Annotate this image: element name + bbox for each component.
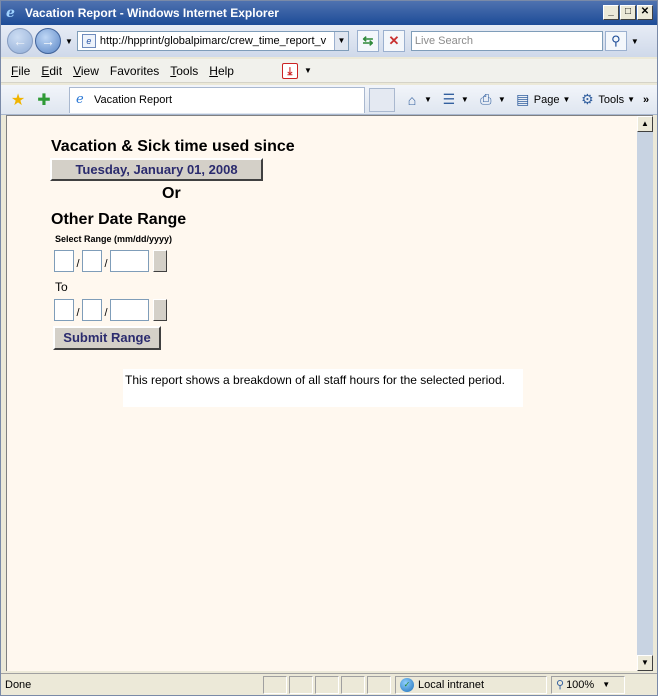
- from-month-input[interactable]: [54, 250, 74, 272]
- favorites-star-icon[interactable]: ★: [9, 90, 27, 110]
- page-menu-button[interactable]: ▤ Page ▼: [514, 91, 570, 108]
- from-calendar-button[interactable]: [153, 250, 167, 272]
- forward-button[interactable]: →: [35, 28, 61, 54]
- refresh-icon: ⇆: [362, 33, 374, 48]
- feeds-button[interactable]: ☰ ▼: [440, 91, 469, 108]
- tab-title: Vacation Report: [94, 94, 173, 106]
- to-year-input[interactable]: [110, 299, 149, 321]
- address-bar[interactable]: e http://hpprint/globalpimarc/crew_time_…: [76, 31, 349, 51]
- tab-vacation-report[interactable]: e Vacation Report: [69, 86, 365, 113]
- page-icon: e: [81, 34, 96, 48]
- ie-logo-icon: e: [76, 92, 84, 107]
- date-separator: /: [76, 258, 80, 270]
- window-title: Vacation Report - Windows Internet Explo…: [25, 6, 279, 20]
- address-dropdown[interactable]: ▼: [333, 32, 348, 50]
- page-title: Vacation & Sick time used since: [51, 138, 295, 155]
- menu-edit[interactable]: Edit: [41, 64, 62, 78]
- add-favorite-icon[interactable]: ✚: [35, 90, 53, 110]
- minimize-button[interactable]: _: [603, 5, 619, 20]
- or-separator: Or: [162, 185, 181, 202]
- status-panel: [289, 675, 313, 694]
- forward-arrow-icon: →: [41, 33, 55, 49]
- vertical-scrollbar[interactable]: ▲ ▼: [637, 115, 653, 671]
- menu-file[interactable]: File: [11, 64, 30, 78]
- close-button[interactable]: ✕: [637, 5, 653, 20]
- feeds-icon: ☰: [442, 91, 456, 107]
- menu-favorites[interactable]: Favorites: [110, 64, 159, 78]
- browser-window: e Vacation Report - Windows Internet Exp…: [0, 0, 658, 696]
- security-zone[interactable]: ✓ Local intranet: [395, 675, 547, 694]
- status-bar: Done ✓ Local intranet ⚲ 100% ▼: [1, 673, 657, 695]
- chevron-more-icon[interactable]: »: [643, 94, 649, 106]
- status-panel: [367, 675, 391, 694]
- menu-help[interactable]: Help: [209, 64, 234, 78]
- recent-pages-dropdown[interactable]: ▼: [65, 37, 73, 46]
- home-icon: ⌂: [407, 91, 417, 108]
- date-separator: /: [104, 307, 108, 319]
- search-icon: ⚲: [611, 33, 621, 48]
- to-calendar-button[interactable]: [153, 299, 167, 321]
- report-description: This report shows a breakdown of all sta…: [123, 369, 523, 407]
- back-button[interactable]: ←: [7, 28, 33, 54]
- menu-tools[interactable]: Tools: [170, 64, 198, 78]
- address-input[interactable]: http://hpprint/globalpimarc/crew_time_re…: [100, 35, 334, 47]
- page-icon: ▤: [516, 91, 530, 107]
- to-day-input[interactable]: [82, 299, 102, 321]
- status-panel: [315, 675, 339, 694]
- ie-logo-icon: e: [6, 5, 15, 21]
- search-options-dropdown[interactable]: ▼: [631, 37, 639, 46]
- gear-icon: ⚙: [581, 91, 594, 107]
- navigation-bar: ← → ▼ e http://hpprint/globalpimarc/crew…: [1, 25, 657, 57]
- to-label: To: [55, 280, 68, 294]
- search-input[interactable]: Live Search: [410, 31, 603, 51]
- menu-bar: File Edit View Favorites Tools Help ⤓ ▼: [1, 59, 657, 83]
- globe-icon: ✓: [400, 677, 414, 692]
- new-tab-button[interactable]: [369, 87, 395, 112]
- print-button[interactable]: ⎙ ▼: [477, 91, 506, 108]
- other-range-heading: Other Date Range: [51, 211, 187, 228]
- search-button[interactable]: ⚲: [604, 31, 627, 51]
- status-panel: [263, 675, 287, 694]
- zone-label: Local intranet: [418, 678, 485, 691]
- date-separator: /: [76, 307, 80, 319]
- stop-button[interactable]: ✕: [382, 30, 405, 52]
- since-date-button[interactable]: Tuesday, January 01, 2008: [50, 158, 263, 181]
- window-controls: _ □ ✕: [603, 5, 653, 20]
- range-format-label: Select Range (mm/dd/yyyy): [55, 234, 173, 244]
- home-button[interactable]: ⌂ ▼: [403, 92, 432, 108]
- zoom-dropdown[interactable]: ▼: [602, 680, 610, 689]
- maximize-button[interactable]: □: [620, 5, 636, 20]
- to-month-input[interactable]: [54, 299, 74, 321]
- from-year-input[interactable]: [110, 250, 149, 272]
- back-arrow-icon: ←: [13, 33, 27, 49]
- tools-menu-button[interactable]: ⚙ Tools ▼: [578, 91, 635, 108]
- zoom-level: 100%: [566, 678, 595, 691]
- printer-icon: ⎙: [480, 91, 492, 107]
- date-separator: /: [104, 258, 108, 270]
- pdf-dropdown[interactable]: ▼: [304, 66, 312, 75]
- scroll-down-button[interactable]: ▼: [637, 655, 653, 671]
- stop-icon: ✕: [388, 33, 400, 48]
- scroll-up-button[interactable]: ▲: [637, 116, 653, 132]
- from-date-row: / /: [54, 250, 167, 272]
- to-date-row: / /: [54, 299, 167, 321]
- from-day-input[interactable]: [82, 250, 102, 272]
- status-panel: [341, 675, 365, 694]
- pdf-icon[interactable]: ⤓: [281, 62, 298, 79]
- menu-view[interactable]: View: [73, 64, 99, 78]
- title-bar[interactable]: e Vacation Report - Windows Internet Exp…: [1, 1, 657, 25]
- status-text: Done: [5, 678, 32, 691]
- zoom-control[interactable]: ⚲ 100% ▼: [551, 675, 625, 694]
- page-content: Vacation & Sick time used since Tuesday,…: [6, 115, 637, 671]
- submit-range-button[interactable]: Submit Range: [53, 326, 161, 350]
- zoom-icon: ⚲: [556, 679, 565, 691]
- favorites-bar: ★ ✚ e Vacation Report ⌂ ▼ ☰ ▼ ⎙ ▼ ▤ Page ▼ ⚙ T…: [1, 85, 657, 115]
- refresh-button[interactable]: ⇆: [356, 30, 379, 52]
